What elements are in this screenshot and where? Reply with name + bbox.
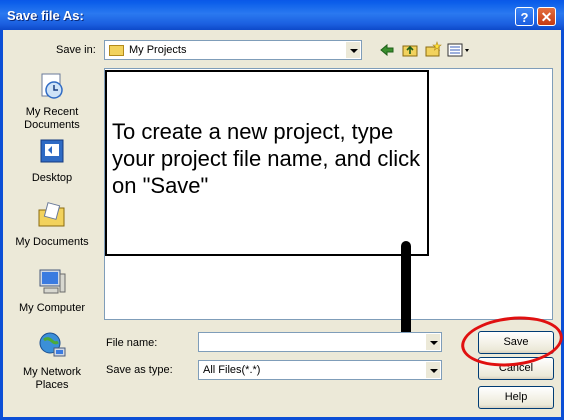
close-button[interactable]: ✕ (537, 7, 556, 26)
place-desktop[interactable]: Desktop (6, 136, 98, 185)
place-label: My Documents (15, 236, 89, 248)
save-as-type-label: Save as type: (106, 364, 173, 376)
dropdown-arrow-icon[interactable] (425, 362, 440, 378)
save-in-dropdown[interactable]: My Projects (104, 40, 362, 60)
back-icon[interactable] (378, 41, 396, 59)
instruction-callout: To create a new project, type your proje… (105, 70, 429, 256)
file-name-label: File name: (106, 337, 158, 349)
place-label: Desktop (31, 172, 73, 184)
folder-icon (109, 45, 124, 56)
places-bar: My Recent Documents Desktop My Documents… (6, 66, 98, 396)
save-as-type-dropdown[interactable]: All Files(*.*) (198, 360, 442, 380)
view-menu-icon[interactable] (447, 41, 471, 59)
help-title-button[interactable]: ? (515, 7, 534, 26)
instruction-text: To create a new project, type your proje… (112, 119, 421, 198)
my-computer-icon (36, 266, 68, 298)
dropdown-arrow-icon[interactable] (345, 42, 360, 58)
place-label: My Computer (18, 302, 86, 314)
my-documents-icon (36, 200, 68, 232)
save-as-type-value: All Files(*.*) (203, 364, 261, 376)
dialog-title: Save file As: (7, 8, 84, 23)
title-bar: Save file As: ? ✕ (0, 0, 564, 30)
help-button[interactable]: Help (478, 386, 554, 409)
window-border-left (0, 30, 3, 420)
file-name-field[interactable] (198, 332, 442, 352)
place-label: My Recent Documents (24, 106, 80, 131)
network-places-icon (36, 330, 68, 362)
dropdown-arrow-icon[interactable] (425, 334, 440, 350)
new-folder-icon[interactable] (424, 41, 442, 59)
desktop-icon (36, 136, 68, 168)
callout-pointer (401, 241, 411, 337)
recent-documents-icon (36, 70, 68, 102)
place-label: My Network Places (22, 366, 82, 391)
place-my-recent-documents[interactable]: My Recent Documents (6, 70, 98, 132)
place-my-network-places[interactable]: My Network Places (6, 330, 98, 392)
up-folder-icon[interactable] (401, 41, 419, 59)
save-in-value: My Projects (129, 44, 187, 56)
save-in-label: Save in: (56, 44, 96, 56)
save-file-dialog: Save file As: ? ✕ Save in: My Projects M… (0, 0, 564, 420)
place-my-documents[interactable]: My Documents (6, 200, 98, 249)
place-my-computer[interactable]: My Computer (6, 266, 98, 315)
